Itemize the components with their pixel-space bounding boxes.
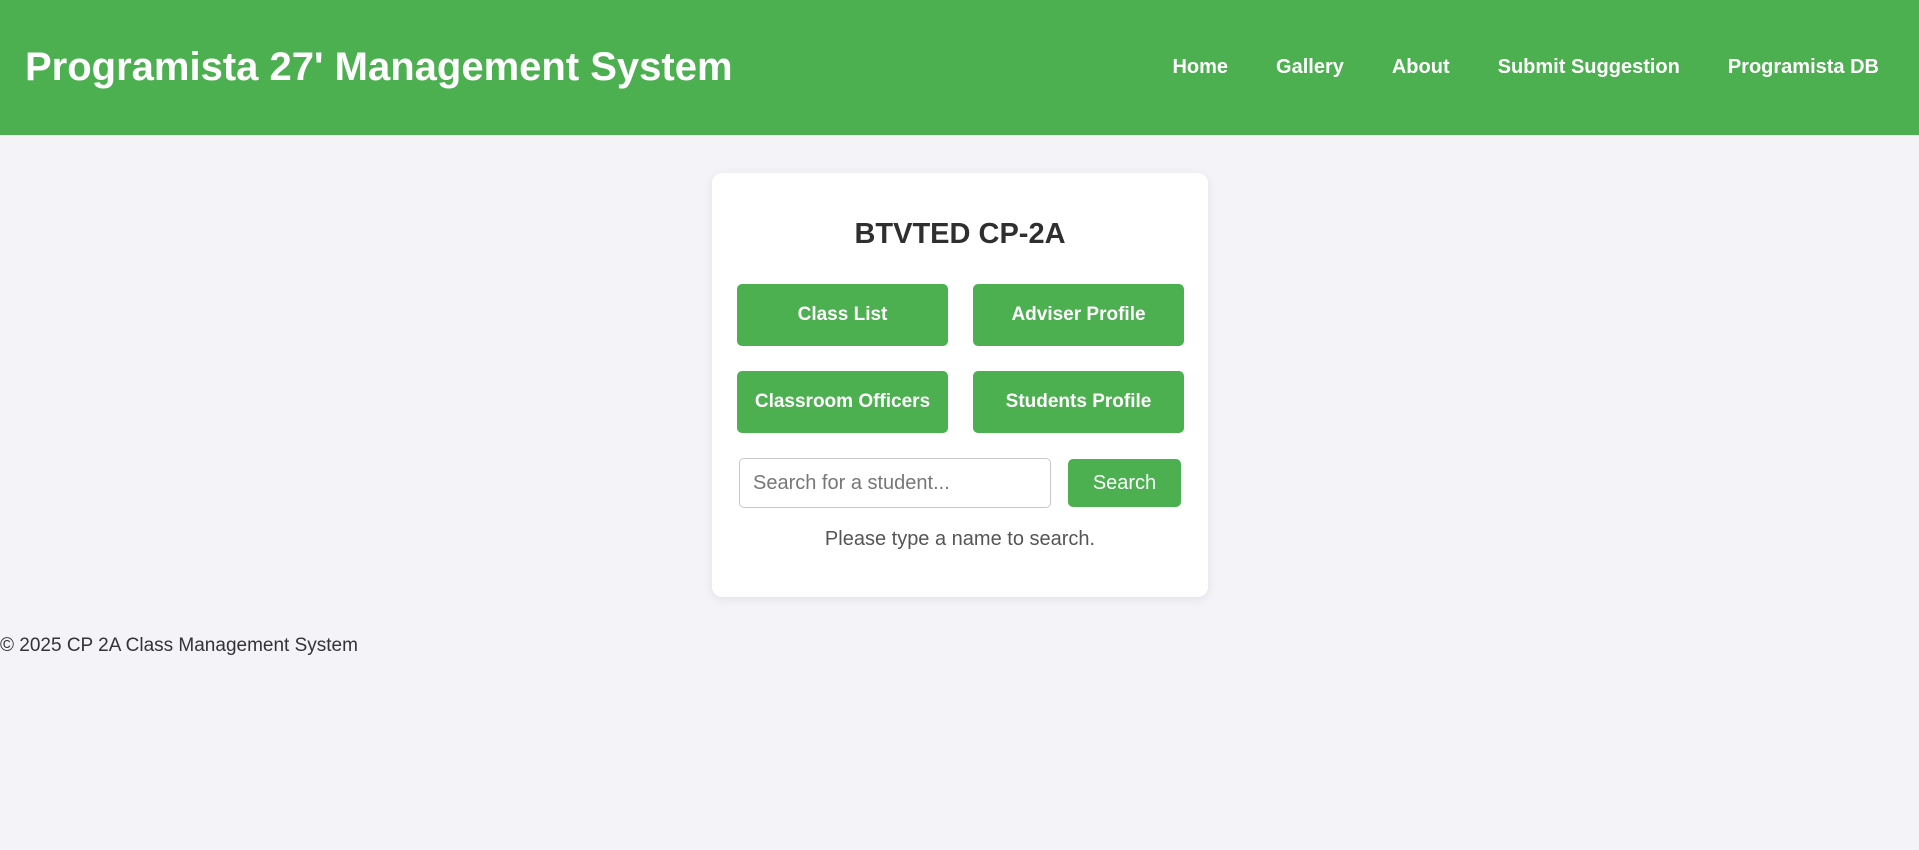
class-card: BTVTED CP-2A Class List Adviser Profile … — [712, 173, 1208, 597]
classroom-officers-button[interactable]: Classroom Officers — [737, 371, 948, 433]
students-profile-button[interactable]: Students Profile — [973, 371, 1184, 433]
main-nav: Home Gallery About Submit Suggestion Pro… — [1172, 56, 1894, 79]
nav-link-gallery[interactable]: Gallery — [1276, 56, 1344, 79]
search-button[interactable]: Search — [1068, 459, 1181, 507]
nav-link-submit-suggestion[interactable]: Submit Suggestion — [1498, 56, 1680, 79]
site-title: Programista 27' Management System — [25, 45, 733, 89]
footer-copyright: © 2025 CP 2A Class Management System — [0, 635, 358, 656]
nav-link-home[interactable]: Home — [1172, 56, 1228, 79]
nav-link-programista-db[interactable]: Programista DB — [1728, 56, 1879, 79]
class-list-button[interactable]: Class List — [737, 284, 948, 346]
adviser-profile-button[interactable]: Adviser Profile — [973, 284, 1184, 346]
class-title: BTVTED CP-2A — [854, 218, 1066, 250]
site-header: Programista 27' Management System Home G… — [0, 0, 1919, 135]
search-hint: Please type a name to search. — [824, 528, 1096, 550]
nav-link-about[interactable]: About — [1392, 56, 1450, 79]
student-search-input[interactable] — [739, 458, 1051, 508]
